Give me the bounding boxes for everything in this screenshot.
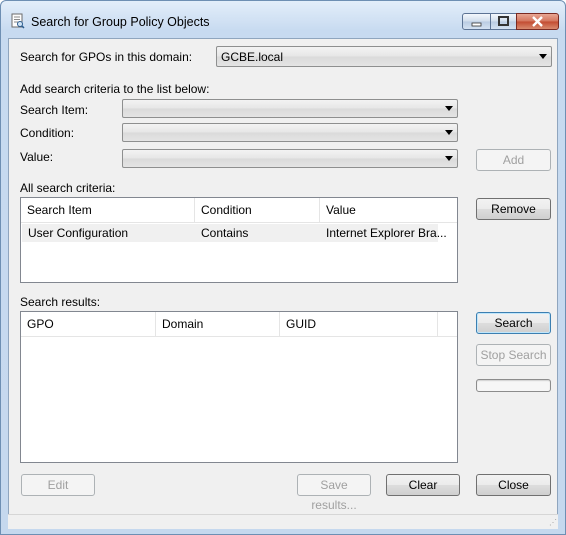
results-list-header: GPO Domain GUID [21, 312, 457, 337]
value-select[interactable] [122, 149, 458, 168]
results-list[interactable]: GPO Domain GUID [20, 311, 458, 463]
maximize-icon [498, 16, 509, 26]
chevron-down-icon [445, 106, 453, 111]
domain-label: Search for GPOs in this domain: [20, 50, 193, 64]
dialog-client-area: Search for GPOs in this domain: GCBE.loc… [8, 38, 558, 528]
search-item-select[interactable] [122, 99, 458, 118]
title-bar[interactable]: Search for Group Policy Objects [1, 1, 565, 39]
criteria-list-header: Search Item Condition Value [21, 198, 457, 223]
condition-select[interactable] [122, 123, 458, 142]
chevron-down-icon [539, 54, 547, 59]
criteria-value-cell: Internet Explorer Bra... [326, 226, 447, 240]
all-criteria-label: All search criteria: [20, 181, 116, 195]
minimize-button[interactable] [462, 13, 491, 30]
chevron-down-icon [445, 156, 453, 161]
chevron-down-icon [445, 130, 453, 135]
remove-button[interactable]: Remove [476, 198, 551, 220]
close-icon [532, 16, 543, 27]
value-label: Value: [20, 150, 54, 164]
column-header-value[interactable]: Value [320, 198, 457, 222]
column-header-condition[interactable]: Condition [195, 198, 320, 222]
criteria-heading: Add search criteria to the list below: [20, 82, 210, 96]
condition-label: Condition: [20, 126, 75, 140]
criteria-list[interactable]: Search Item Condition Value User Configu… [20, 197, 458, 283]
stop-search-button[interactable]: Stop Search [476, 344, 551, 366]
criteria-condition-cell: Contains [201, 226, 249, 240]
search-results-label: Search results: [20, 295, 101, 309]
search-progress-bar [476, 379, 551, 392]
column-header-search-item[interactable]: Search Item [21, 198, 195, 222]
status-bar: ⋰ [8, 514, 558, 529]
domain-select-value: GCBE.local [221, 50, 284, 64]
search-button[interactable]: Search [476, 312, 551, 334]
criteria-search-item-cell: User Configuration [28, 226, 129, 240]
column-header-domain[interactable]: Domain [156, 312, 280, 336]
domain-select[interactable]: GCBE.local [216, 46, 552, 67]
column-header-guid[interactable]: GUID [280, 312, 438, 336]
clear-button[interactable]: Clear [386, 474, 460, 496]
window-title: Search for Group Policy Objects [31, 15, 210, 29]
close-window-button[interactable] [516, 13, 559, 30]
add-button[interactable]: Add [476, 149, 551, 171]
close-button[interactable]: Close [476, 474, 551, 496]
gpo-search-icon [11, 13, 25, 29]
list-item[interactable]: User Configuration Contains Internet Exp… [22, 224, 447, 242]
column-header-gpo[interactable]: GPO [21, 312, 156, 336]
edit-button[interactable]: Edit [21, 474, 95, 496]
save-results-button[interactable]: Save results... [297, 474, 371, 512]
minimize-icon [471, 22, 482, 27]
search-item-label: Search Item: [20, 103, 89, 117]
search-gpo-dialog: Search for Group Policy Objects Search f… [0, 0, 566, 535]
resize-grip-icon[interactable]: ⋰ [549, 518, 557, 527]
maximize-button[interactable] [490, 13, 517, 30]
